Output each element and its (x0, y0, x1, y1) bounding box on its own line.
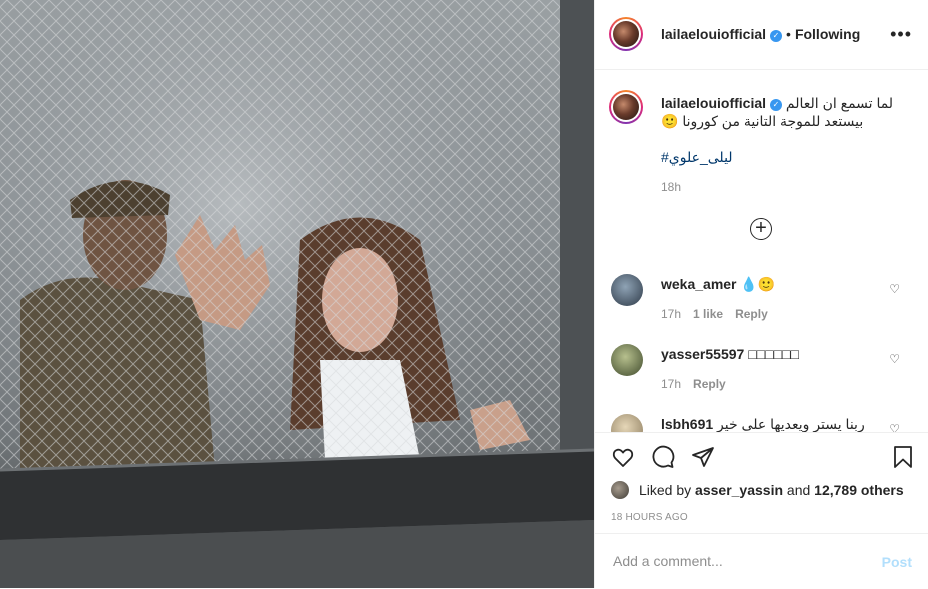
header-username[interactable]: lailaelouiofficial (661, 26, 766, 42)
caption-line-2: بيستعد للموجة التانية من كورونا 🙂 (661, 113, 864, 129)
post-image[interactable] (0, 0, 594, 588)
caption-username[interactable]: lailaelouiofficial (661, 95, 766, 111)
liked-by-text: Liked by asser_yassin and 12,789 others (639, 482, 904, 498)
comment-reply-button[interactable]: Reply (693, 377, 726, 391)
comment-text: □□□□□□ (748, 346, 799, 362)
bookmark-icon[interactable] (891, 445, 915, 474)
following-button[interactable]: Following (795, 26, 860, 42)
liked-prefix: Liked by (639, 482, 692, 498)
header-avatar[interactable] (613, 21, 639, 47)
comment-text: 💧🙂 (740, 276, 776, 292)
comment-input[interactable] (611, 552, 855, 570)
comment-avatar[interactable] (611, 274, 643, 306)
comment-username[interactable]: lsbh691 (661, 416, 713, 432)
comment-username[interactable]: yasser55597 (661, 346, 744, 362)
comment-reply-button[interactable]: Reply (735, 307, 768, 321)
comment-like-heart-icon[interactable]: ♡ (889, 352, 900, 366)
comment-text: ربنا يستر ويعديها على خير (717, 416, 865, 432)
comment-time[interactable]: 17h (661, 377, 681, 391)
comment-item: yasser55597 □□□□□□ (661, 346, 799, 362)
comment-avatar[interactable] (611, 414, 643, 432)
caption-line-1: لما تسمع ان العالم (785, 95, 894, 111)
more-options-icon[interactable]: ••• (890, 24, 912, 45)
load-more-icon[interactable]: + (750, 218, 772, 240)
comment-like-heart-icon[interactable]: ♡ (889, 422, 900, 432)
post-header: lailaelouiofficial ✓ • Following ••• (595, 0, 928, 70)
comment-likes[interactable]: 1 like (693, 307, 723, 321)
caption-time[interactable]: 18h (661, 178, 901, 196)
comment-avatar[interactable] (611, 344, 643, 376)
post-actions: Liked by asser_yassin and 12,789 others … (595, 432, 928, 588)
comment-username[interactable]: weka_amer (661, 276, 737, 292)
verified-badge-icon: ✓ (770, 30, 783, 42)
comment-item: weka_amer 💧🙂 (661, 276, 775, 293)
post-details-panel: lailaelouiofficial ✓ • Following ••• lailae… (594, 0, 928, 588)
comment-icon[interactable] (651, 445, 675, 474)
comment-meta: 17h 1 like Reply (661, 307, 768, 321)
add-comment-bar: Post (595, 533, 928, 589)
caption: lailaelouiofficial ✓ لما تسمع ان العالم ب… (661, 94, 901, 196)
liked-user[interactable]: asser_yassin (695, 482, 783, 498)
liked-by-avatar[interactable] (611, 481, 629, 499)
post-comment-button[interactable]: Post (882, 554, 912, 570)
comments-list[interactable]: lailaelouiofficial ✓ لما تسمع ان العالم ب… (595, 70, 928, 432)
comment-meta: 17h Reply (661, 377, 726, 391)
liked-count[interactable]: 12,789 others (814, 482, 904, 498)
comment-item: lsbh691 ربنا يستر ويعديها على خير (661, 416, 865, 432)
post-time-ago[interactable]: 18 HOURS AGO (611, 512, 688, 523)
header-info: lailaelouiofficial ✓ • Following (661, 26, 860, 44)
comment-time[interactable]: 17h (661, 307, 681, 321)
comment-like-heart-icon[interactable]: ♡ (889, 282, 900, 296)
liked-and: and (786, 482, 811, 498)
verified-badge-icon: ✓ (770, 99, 783, 111)
post-image-illustration (0, 0, 594, 588)
share-icon[interactable] (691, 445, 715, 474)
separator-dot: • (786, 26, 791, 42)
heart-icon[interactable] (611, 445, 635, 474)
caption-avatar[interactable] (613, 94, 639, 120)
caption-hashtag[interactable]: #ليلى_علوي (661, 149, 733, 165)
